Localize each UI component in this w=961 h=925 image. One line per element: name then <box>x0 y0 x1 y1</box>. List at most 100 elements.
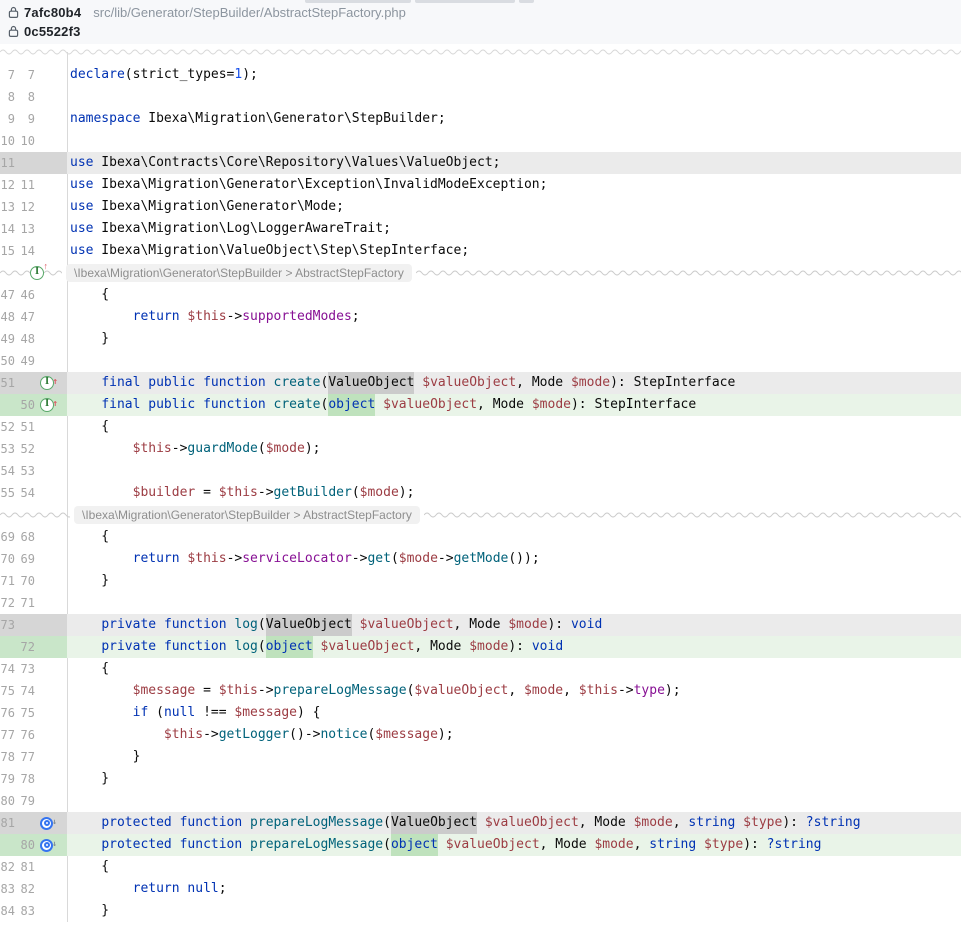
code-line[interactable]: use Ibexa\Contracts\Core\Repository\Valu… <box>67 152 961 174</box>
code-line[interactable]: $message = $this->prepareLogMessage($val… <box>67 680 961 702</box>
code-line[interactable] <box>67 592 961 614</box>
overridden-method-icon[interactable]: ↓ <box>40 817 53 830</box>
collapsed-region-separator[interactable]: \Ibexa\Migration\Generator\StepBuilder >… <box>0 504 961 526</box>
code-line[interactable]: use Ibexa\Migration\Log\LoggerAwareTrait… <box>67 218 961 240</box>
code-line[interactable]: if (null !== $message) { <box>67 702 961 724</box>
code-line[interactable]: $builder = $this->getBuilder($mode); <box>67 482 961 504</box>
gutter-icon-slot <box>37 460 67 482</box>
code-line[interactable]: return $this->supportedModes; <box>67 306 961 328</box>
code-line[interactable]: } <box>67 570 961 592</box>
code-line[interactable]: } <box>67 900 961 922</box>
diff-line[interactable]: 7473 { <box>0 658 961 680</box>
diff-gutter: 88 <box>0 86 67 108</box>
diff-line[interactable]: 1413use Ibexa\Migration\Log\LoggerAwareT… <box>0 218 961 240</box>
code-line[interactable]: protected function prepareLogMessage(Val… <box>67 812 961 834</box>
diff-line[interactable]: 7574 $message = $this->prepareLogMessage… <box>0 680 961 702</box>
code-token: ); <box>305 441 321 456</box>
code-line[interactable]: { <box>67 526 961 548</box>
diff-line[interactable]: 1514use Ibexa\Migration\ValueObject\Step… <box>0 240 961 262</box>
code-token: $this <box>187 309 226 324</box>
diff-line[interactable]: 8483 } <box>0 900 961 922</box>
diff-line[interactable]: 73 private function log(ValueObject $val… <box>0 614 961 636</box>
diff-line[interactable]: 7271 <box>0 592 961 614</box>
code-line[interactable]: final public function create(ValueObject… <box>67 372 961 394</box>
code-line[interactable]: final public function create(object $val… <box>67 394 961 416</box>
diff-line[interactable]: 4847 return $this->supportedModes; <box>0 306 961 328</box>
gutter-icon-slot <box>37 306 67 328</box>
diff-line[interactable]: 1010 <box>0 130 961 152</box>
implements-method-icon[interactable]: I↑ <box>30 266 44 280</box>
code-line[interactable]: private function log(object $valueObject… <box>67 636 961 658</box>
code-line[interactable] <box>67 790 961 812</box>
diff-line[interactable]: 5251 { <box>0 416 961 438</box>
code-token: function <box>180 815 243 830</box>
code-token: ()-> <box>289 727 320 742</box>
code-line[interactable]: } <box>67 328 961 350</box>
implements-method-icon[interactable]: I↑ <box>40 376 54 390</box>
code-line[interactable]: $this->guardMode($mode); <box>67 438 961 460</box>
code-line[interactable]: use Ibexa\Migration\ValueObject\Step\Ste… <box>67 240 961 262</box>
implements-method-icon[interactable]: I↑ <box>40 398 54 412</box>
code-line[interactable]: $this->getLogger()->notice($message); <box>67 724 961 746</box>
code-line[interactable]: protected function prepareLogMessage(obj… <box>67 834 961 856</box>
code-line[interactable] <box>67 86 961 108</box>
diff-line[interactable]: 7069 return $this->serviceLocator->get($… <box>0 548 961 570</box>
breadcrumb-pill[interactable]: \Ibexa\Migration\Generator\StepBuilder >… <box>66 264 412 282</box>
diff-line[interactable]: 51I↑ final public function create(ValueO… <box>0 372 961 394</box>
diff-line[interactable]: 81↓ protected function prepareLogMessage… <box>0 812 961 834</box>
code-line[interactable] <box>67 130 961 152</box>
diff-line[interactable]: 6968 { <box>0 526 961 548</box>
diff-line[interactable]: 7675 if (null !== $message) { <box>0 702 961 724</box>
diff-line[interactable]: 7978 } <box>0 768 961 790</box>
code-line[interactable]: return $this->serviceLocator->get($mode-… <box>67 548 961 570</box>
commit-hash-new[interactable]: 0c5522f3 <box>24 24 81 39</box>
diff-line[interactable]: 7776 $this->getLogger()->notice($message… <box>0 724 961 746</box>
code-line[interactable]: { <box>67 658 961 680</box>
diff-line[interactable]: 5352 $this->guardMode($mode); <box>0 438 961 460</box>
diff-line[interactable]: 8281 { <box>0 856 961 878</box>
diff-gutter: 7675 <box>0 702 67 724</box>
wavy-divider <box>424 510 961 520</box>
code-line[interactable]: use Ibexa\Migration\Generator\Mode; <box>67 196 961 218</box>
code-token: ): <box>782 815 805 830</box>
diff-line[interactable]: 7877 } <box>0 746 961 768</box>
overridden-method-icon[interactable]: ↓ <box>40 839 53 852</box>
diff-line[interactable]: 4948 } <box>0 328 961 350</box>
diff-line[interactable]: 7170 } <box>0 570 961 592</box>
code-line[interactable]: { <box>67 284 961 306</box>
breadcrumb-pill[interactable]: \Ibexa\Migration\Generator\StepBuilder >… <box>74 506 420 524</box>
wavy-divider <box>0 268 30 278</box>
code-line[interactable] <box>67 350 961 372</box>
diff-line[interactable]: 1211use Ibexa\Migration\Generator\Except… <box>0 174 961 196</box>
diff-line[interactable]: 5554 $builder = $this->getBuilder($mode)… <box>0 482 961 504</box>
diff-line[interactable]: 5453 <box>0 460 961 482</box>
diff-line[interactable]: 5049 <box>0 350 961 372</box>
code-line[interactable]: use Ibexa\Migration\Generator\Exception\… <box>67 174 961 196</box>
code-line[interactable]: return null; <box>67 878 961 900</box>
code-line[interactable]: } <box>67 768 961 790</box>
diff-line[interactable]: 77declare(strict_types=1); <box>0 64 961 86</box>
collapsed-region-separator[interactable]: I↑ \Ibexa\Migration\Generator\StepBuilder… <box>0 262 961 284</box>
diff-line[interactable]: 8079 <box>0 790 961 812</box>
code-line[interactable]: } <box>67 746 961 768</box>
diff-line[interactable]: 1312use Ibexa\Migration\Generator\Mode; <box>0 196 961 218</box>
commit-hash-old[interactable]: 7afc80b4 <box>24 5 81 20</box>
diff-line[interactable]: 50I↑ final public function create(object… <box>0 394 961 416</box>
diff-line[interactable]: 4746 { <box>0 284 961 306</box>
code-line[interactable]: private function log(ValueObject $valueO… <box>67 614 961 636</box>
code-line[interactable] <box>67 460 961 482</box>
diff-line[interactable]: 11use Ibexa\Contracts\Core\Repository\Va… <box>0 152 961 174</box>
diff-line[interactable]: 80↓ protected function prepareLogMessage… <box>0 834 961 856</box>
gutter-icon-slot <box>37 878 67 900</box>
diff-line[interactable]: 88 <box>0 86 961 108</box>
code-line[interactable]: namespace Ibexa\Migration\Generator\Step… <box>67 108 961 130</box>
code-line[interactable]: { <box>67 856 961 878</box>
code-line[interactable]: { <box>67 416 961 438</box>
gutter-icon-slot <box>37 130 67 152</box>
code-token: } <box>70 749 140 764</box>
diff-line[interactable]: 99namespace Ibexa\Migration\Generator\St… <box>0 108 961 130</box>
diff-line[interactable]: 8382 return null; <box>0 878 961 900</box>
code-line[interactable]: declare(strict_types=1); <box>67 64 961 86</box>
code-token: $mode <box>469 639 508 654</box>
diff-line[interactable]: 72 private function log(object $valueObj… <box>0 636 961 658</box>
